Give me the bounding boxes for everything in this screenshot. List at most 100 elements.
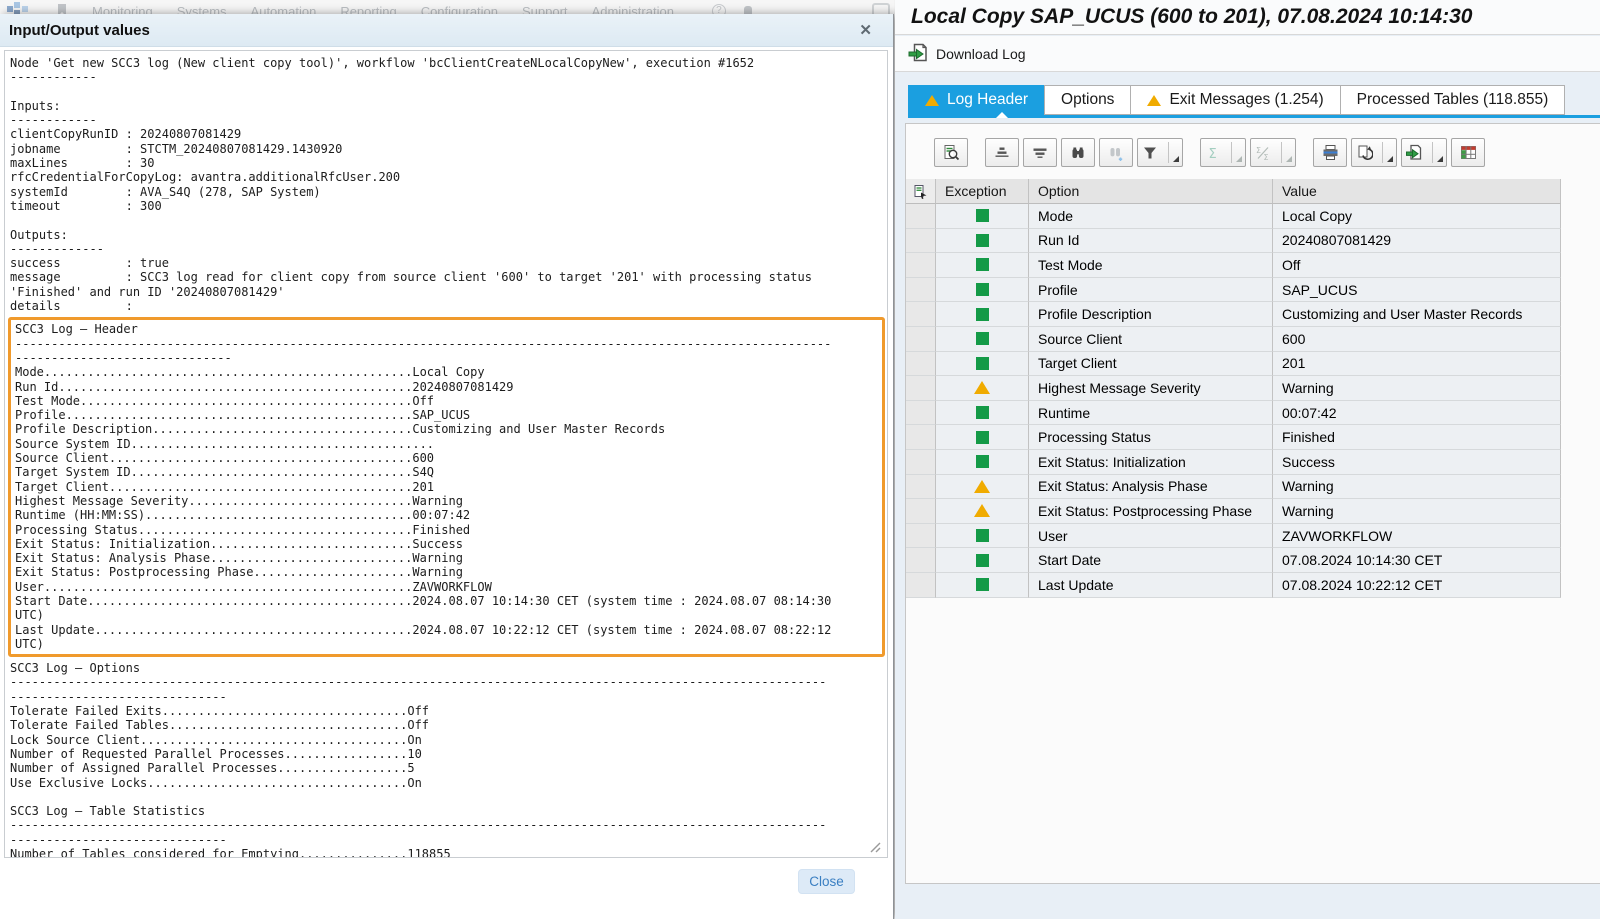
print-icon-button[interactable]	[1313, 138, 1347, 167]
subtotal-icon-button[interactable]: Σ Σ	[1250, 138, 1296, 167]
log-highlight-box: SCC3 Log – Header ----------------------…	[8, 317, 885, 657]
input-output-dialog: Input/Output values ✕ Node 'Get new SCC3…	[0, 14, 894, 919]
exception-cell	[936, 302, 1029, 327]
tab[interactable]: Log Header	[908, 85, 1045, 115]
row-selector-cell[interactable]	[906, 573, 936, 598]
client-copy-log-panel: Local Copy SAP_UCUS (600 to 201), 07.08.…	[895, 0, 1600, 919]
row-selector-cell[interactable]	[906, 548, 936, 573]
table-row[interactable]: Runtime 00:07:42	[906, 401, 1561, 426]
option-cell: Runtime	[1029, 401, 1273, 426]
option-cell: User	[1029, 524, 1273, 549]
sum-icon-button[interactable]: Σ	[1200, 138, 1246, 167]
tab[interactable]: Exit Messages (1.254)	[1130, 85, 1340, 115]
svg-text:Σ: Σ	[1264, 153, 1269, 161]
bookmark-icon[interactable]	[56, 3, 68, 15]
row-selector-cell[interactable]	[906, 204, 936, 229]
table-row[interactable]: Last Update 07.08.2024 10:22:12 CET	[906, 573, 1561, 598]
menubar-item[interactable]: Administration	[592, 4, 674, 15]
alv-grid-container: Σ Σ Σ	[905, 123, 1600, 884]
resize-handle[interactable]	[867, 839, 881, 853]
value-cell: Success	[1273, 450, 1561, 475]
screen: Monitoring Systems Automation Reporting …	[0, 0, 1600, 919]
row-selector-cell[interactable]	[906, 229, 936, 254]
option-cell: Highest Message Severity	[1029, 376, 1273, 401]
log-text-area[interactable]: Node 'Get new SCC3 log (New client copy …	[4, 50, 888, 858]
close-button[interactable]: Close	[798, 869, 855, 894]
exception-cell	[936, 253, 1029, 278]
row-selector-cell[interactable]	[906, 475, 936, 500]
table-row[interactable]: Test Mode Off	[906, 253, 1561, 278]
warning-icon	[925, 95, 939, 106]
menubar-item[interactable]: Systems	[177, 4, 227, 15]
menubar-item[interactable]: Monitoring	[92, 4, 153, 15]
dialog-header: Input/Output values ✕	[0, 14, 893, 47]
table-row[interactable]: Processing Status Finished	[906, 425, 1561, 450]
exception-cell	[936, 278, 1029, 303]
exception-cell	[936, 499, 1029, 524]
option-cell: Exit Status: Analysis Phase	[1029, 475, 1273, 500]
menubar-item[interactable]: Support	[522, 4, 568, 15]
row-selector-cell[interactable]	[906, 376, 936, 401]
column-header-option[interactable]: Option	[1029, 179, 1273, 204]
download-log-button[interactable]: Download Log	[908, 43, 1026, 65]
value-cell: Customizing and User Master Records	[1273, 302, 1561, 327]
table-row[interactable]: Run Id 20240807081429	[906, 229, 1561, 254]
sort-descending-icon-button[interactable]	[1023, 138, 1057, 167]
tab[interactable]: Processed Tables (118.855)	[1340, 85, 1566, 115]
find-next-icon	[1108, 145, 1124, 161]
row-selector-cell[interactable]	[906, 450, 936, 475]
column-header-exception[interactable]: Exception	[936, 179, 1029, 204]
table-row[interactable]: Start Date 07.08.2024 10:14:30 CET	[906, 548, 1561, 573]
row-selector-cell[interactable]	[906, 302, 936, 327]
option-cell: Mode	[1029, 204, 1273, 229]
log-tail-text: SCC3 Log – Options ---------------------…	[10, 661, 887, 858]
exception-cell	[936, 401, 1029, 426]
value-cell: Warning	[1273, 499, 1561, 524]
sort-ascending-icon-button[interactable]	[985, 138, 1019, 167]
page-title: Local Copy SAP_UCUS (600 to 201), 07.08.…	[895, 5, 1472, 29]
row-selector-cell[interactable]	[906, 278, 936, 303]
tab-label: Exit Messages (1.254)	[1169, 91, 1323, 109]
table-row[interactable]: Exit Status: Postprocessing Phase Warnin…	[906, 499, 1561, 524]
tab[interactable]: Options	[1044, 85, 1131, 115]
table-row[interactable]: Mode Local Copy	[906, 204, 1561, 229]
table-row[interactable]: User ZAVWORKFLOW	[906, 524, 1561, 549]
row-selector-cell[interactable]	[906, 327, 936, 352]
table-row[interactable]: Profile Description Customizing and User…	[906, 302, 1561, 327]
status-icon	[976, 406, 989, 419]
row-selector-cell[interactable]	[906, 401, 936, 426]
comment-chip[interactable]: Comment	[872, 3, 894, 14]
find-icon-button[interactable]	[1061, 138, 1095, 167]
exception-cell	[936, 204, 1029, 229]
find-next-icon-button[interactable]	[1099, 138, 1133, 167]
status-icon	[974, 381, 990, 394]
value-cell: SAP_UCUS	[1273, 278, 1561, 303]
table-row[interactable]: Highest Message Severity Warning	[906, 376, 1561, 401]
row-selector-cell[interactable]	[906, 524, 936, 549]
export-icon-button[interactable]	[1401, 138, 1447, 167]
menubar-item[interactable]: Configuration	[421, 4, 498, 15]
close-icon[interactable]: ✕	[859, 21, 872, 39]
menubar-item[interactable]: Reporting	[340, 4, 396, 15]
table-row[interactable]: Target Client 201	[906, 352, 1561, 377]
status-icon	[976, 283, 989, 296]
menubar-item[interactable]: Automation	[251, 4, 317, 15]
row-selector-cell[interactable]	[906, 352, 936, 377]
row-selector-cell[interactable]	[906, 425, 936, 450]
choose-layout-icon-button[interactable]	[1451, 138, 1485, 167]
column-header-value[interactable]: Value	[1273, 179, 1561, 204]
table-row[interactable]: Source Client 600	[906, 327, 1561, 352]
details-icon-button[interactable]	[934, 138, 968, 167]
views-icon-button[interactable]	[1351, 138, 1397, 167]
table-row[interactable]: Profile SAP_UCUS	[906, 278, 1561, 303]
app-logo-icon	[6, 0, 32, 14]
table-row[interactable]: Exit Status: Initialization Success	[906, 450, 1561, 475]
row-selector-cell[interactable]	[906, 499, 936, 524]
table-row[interactable]: Exit Status: Analysis Phase Warning	[906, 475, 1561, 500]
filter-icon-button[interactable]	[1137, 138, 1183, 167]
column-config-icon[interactable]	[906, 179, 936, 204]
notification-icon[interactable]	[744, 6, 752, 14]
row-selector-cell[interactable]	[906, 253, 936, 278]
exception-cell	[936, 475, 1029, 500]
help-icon[interactable]: ?	[712, 4, 726, 14]
